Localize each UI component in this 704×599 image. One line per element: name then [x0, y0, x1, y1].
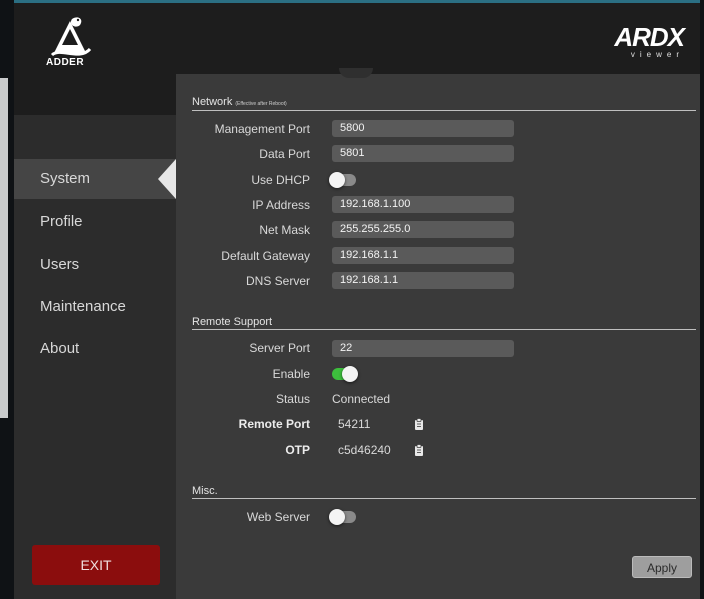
panel-notch: [339, 68, 373, 78]
settings-panel: Network (Effective after Reboot) Manageme…: [176, 68, 700, 599]
ip-address-label: IP Address: [252, 198, 310, 212]
web-server-toggle[interactable]: [329, 509, 356, 525]
remote-port-label: Remote Port: [238, 417, 310, 431]
misc-divider: [192, 498, 696, 499]
clipboard-icon[interactable]: [414, 418, 424, 430]
data-port-label: Data Port: [259, 147, 310, 161]
remote-support-divider: [192, 329, 696, 330]
server-port-label: Server Port: [249, 341, 310, 355]
use-dhcp-toggle[interactable]: [329, 172, 356, 188]
sidebar-header: [14, 74, 176, 115]
toggle-knob: [342, 366, 358, 382]
sidebar-item-profile[interactable]: Profile: [14, 202, 176, 242]
default-gateway-field[interactable]: 192.168.1.1: [332, 247, 514, 264]
sidebar-item-label: Maintenance: [40, 298, 126, 315]
network-divider: [192, 110, 696, 111]
enable-toggle[interactable]: [332, 366, 358, 382]
sidebar-item-system[interactable]: System: [14, 159, 176, 199]
status-label: Status: [275, 392, 310, 406]
clipboard-icon[interactable]: [414, 444, 424, 456]
window-edge-left: [0, 0, 14, 599]
chevron-left-icon: [158, 159, 176, 199]
dns-server-field[interactable]: 192.168.1.1: [332, 272, 514, 289]
background-window: [0, 78, 8, 418]
management-port-label: Management Port: [214, 122, 310, 136]
sidebar: System Profile Users Maintenance About E…: [14, 74, 176, 599]
app-window: ADDER ARDX viewer System Profile Users M…: [14, 0, 700, 599]
apply-button[interactable]: Apply: [632, 556, 692, 578]
sidebar-item-label: Users: [40, 256, 80, 273]
web-server-label: Web Server: [246, 510, 310, 524]
snake-logo-icon: [50, 17, 92, 57]
top-bar: ADDER ARDX viewer: [14, 0, 700, 74]
default-gateway-label: Default Gateway: [221, 249, 310, 263]
network-section-title: Network (Effective after Reboot): [192, 96, 287, 108]
remote-port-value: 54211: [338, 417, 371, 431]
data-port-field[interactable]: 5801: [332, 145, 514, 162]
sidebar-item-label: About: [40, 340, 80, 357]
logo-text: ADDER: [46, 57, 85, 68]
dns-server-label: DNS Server: [245, 274, 310, 288]
sidebar-item-label: Profile: [40, 213, 83, 230]
otp-label: OTP: [285, 443, 310, 457]
brand-name: ARDX: [614, 22, 685, 52]
ardx-viewer-logo: ARDX viewer: [614, 22, 685, 59]
net-mask-field[interactable]: 255.255.255.0: [332, 221, 514, 238]
network-title: Network: [192, 96, 233, 108]
toggle-knob: [329, 172, 345, 188]
use-dhcp-label: Use DHCP: [251, 173, 310, 187]
otp-value: c5d46240: [338, 443, 391, 457]
status-value: Connected: [332, 392, 391, 406]
misc-title: Misc.: [192, 485, 218, 497]
window-edge-right: [700, 0, 704, 599]
sidebar-item-maintenance[interactable]: Maintenance: [14, 287, 176, 327]
adder-logo: ADDER: [32, 13, 108, 73]
sidebar-item-about[interactable]: About: [14, 329, 176, 369]
server-port-field[interactable]: 22: [332, 340, 514, 357]
remote-support-title: Remote Support: [192, 316, 273, 328]
network-subtitle: (Effective after Reboot): [235, 101, 287, 107]
exit-button[interactable]: EXIT: [32, 545, 160, 585]
net-mask-label: Net Mask: [259, 223, 310, 237]
sidebar-item-users[interactable]: Users: [14, 245, 176, 285]
ip-address-field[interactable]: 192.168.1.100: [332, 196, 514, 213]
management-port-field[interactable]: 5800: [332, 120, 514, 137]
toggle-knob: [329, 509, 345, 525]
sidebar-item-label: System: [40, 170, 91, 187]
enable-label: Enable: [272, 367, 310, 381]
